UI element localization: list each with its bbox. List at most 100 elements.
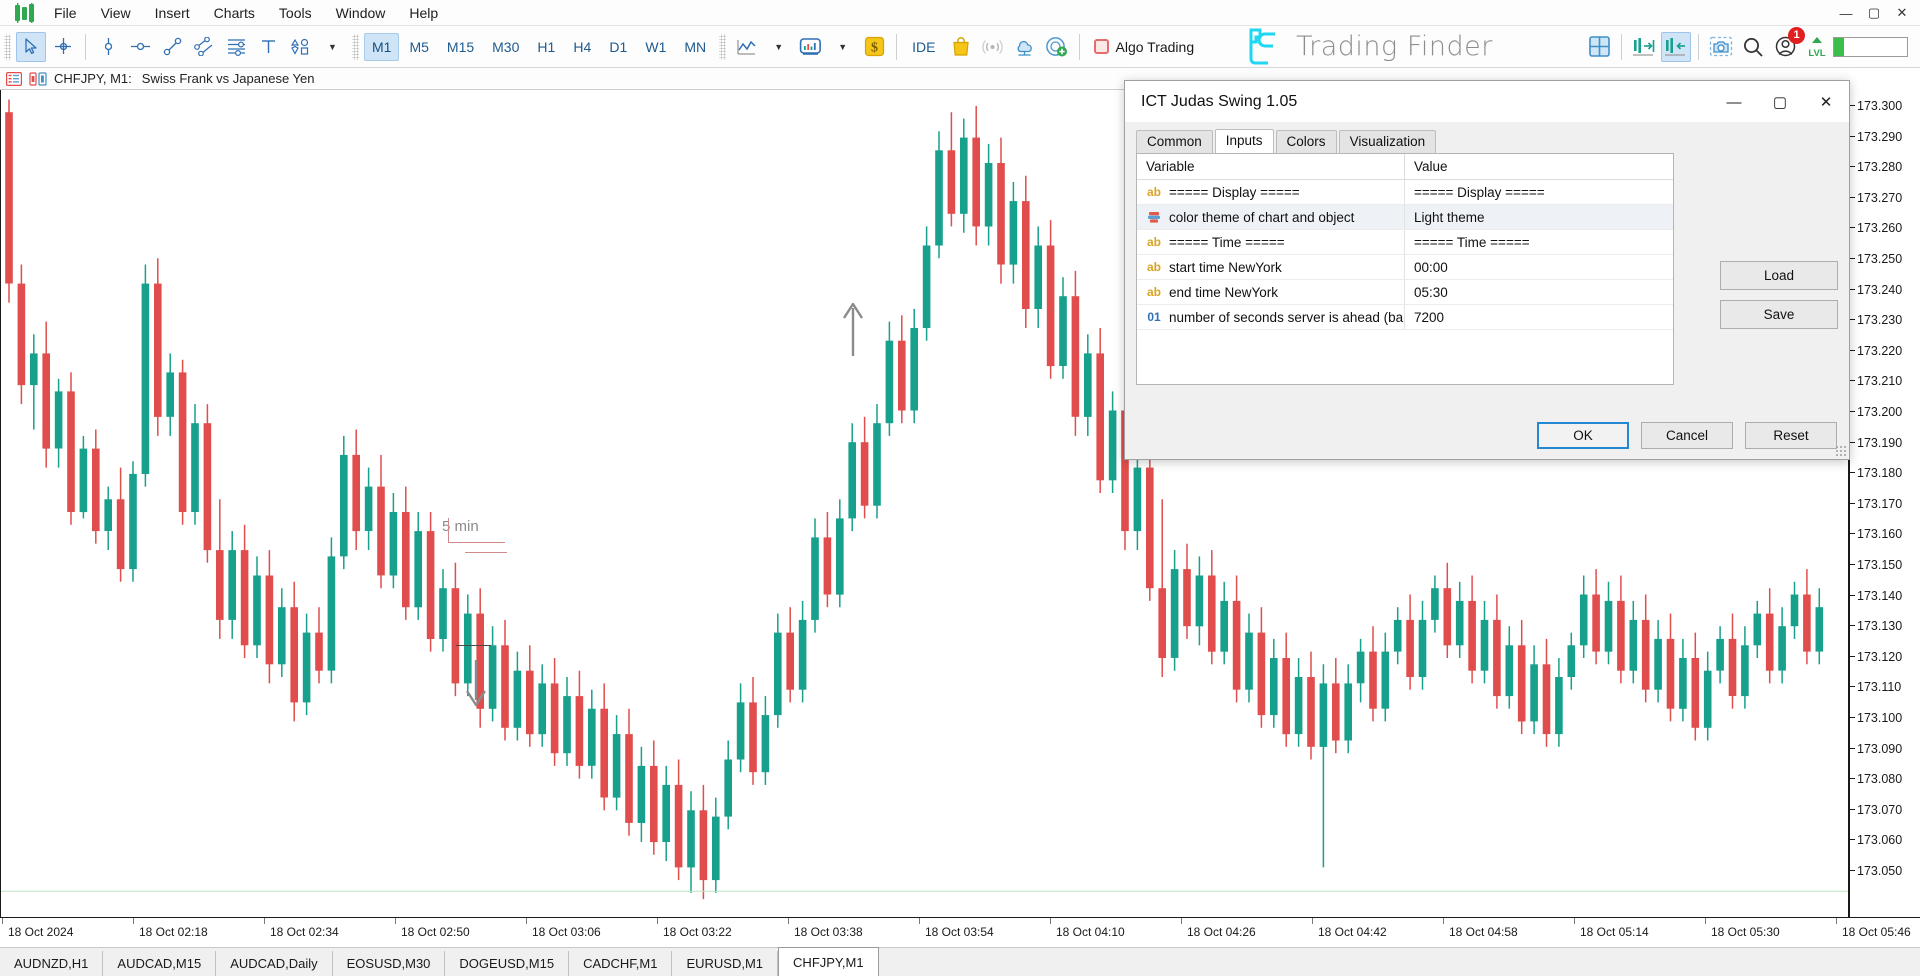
- shapes-dropdown-icon[interactable]: ▼: [317, 32, 347, 62]
- toolbar-grip[interactable]: [4, 34, 11, 60]
- dialog-minimize-icon[interactable]: —: [1711, 81, 1757, 123]
- timeframe-m30[interactable]: M30: [484, 33, 527, 61]
- time-tick: 18 Oct 02:50: [401, 925, 470, 939]
- dialog-resize-grip[interactable]: [1835, 445, 1847, 457]
- time-tick: 18 Oct 2024: [8, 925, 73, 939]
- crosshair-icon[interactable]: [48, 32, 78, 62]
- symbol-tab-audnzd-h1[interactable]: AUDNZD,H1: [0, 951, 103, 976]
- ide-button[interactable]: IDE: [904, 33, 943, 61]
- symbol-tab-audcad-daily[interactable]: AUDCAD,Daily: [216, 951, 332, 976]
- dialog-title-bar[interactable]: ICT Judas Swing 1.05 — ▢ ✕: [1125, 81, 1849, 123]
- menu-charts[interactable]: Charts: [202, 2, 267, 24]
- signals-icon[interactable]: [978, 32, 1008, 62]
- inputs-grid[interactable]: Variable Value ab===== Display =========…: [1136, 153, 1674, 385]
- level-icon[interactable]: LVL: [1802, 32, 1832, 62]
- price-tick: 173.170: [1850, 498, 1902, 511]
- input-value-field[interactable]: 7200: [1405, 310, 1673, 325]
- shift-end-icon[interactable]: [1629, 32, 1659, 62]
- input-row[interactable]: abstart time NewYork00:00: [1137, 255, 1673, 280]
- input-value-field[interactable]: Light theme: [1405, 210, 1673, 225]
- cancel-button[interactable]: Cancel: [1641, 422, 1733, 449]
- price-axis[interactable]: 173.300173.290173.280173.270173.260173.2…: [1849, 90, 1920, 917]
- price-tick: 173.100: [1850, 712, 1902, 725]
- indicators-icon[interactable]: [795, 32, 825, 62]
- maximize-icon[interactable]: ▢: [1860, 2, 1888, 24]
- dialog-maximize-icon[interactable]: ▢: [1757, 81, 1803, 123]
- input-value-field[interactable]: ===== Display =====: [1405, 185, 1673, 200]
- vps-cloud-icon[interactable]: [1010, 32, 1040, 62]
- trendline-icon[interactable]: [157, 32, 187, 62]
- menu-insert[interactable]: Insert: [143, 2, 202, 24]
- text-icon[interactable]: [253, 32, 283, 62]
- input-value-field[interactable]: ===== Time =====: [1405, 235, 1673, 250]
- screenshot-icon[interactable]: [1706, 32, 1736, 62]
- fibonacci-icon[interactable]: [221, 32, 251, 62]
- timeframe-h1[interactable]: H1: [529, 33, 563, 61]
- input-value-field[interactable]: 05:30: [1405, 285, 1673, 300]
- close-icon[interactable]: ✕: [1888, 2, 1916, 24]
- timeframe-m15[interactable]: M15: [439, 33, 482, 61]
- symbol-tab-audcad-m15[interactable]: AUDCAD,M15: [103, 951, 216, 976]
- symbol-tab-eurusd-m1[interactable]: EURUSD,M1: [672, 951, 778, 976]
- time-axis[interactable]: 18 Oct 202418 Oct 02:1818 Oct 02:3418 Oc…: [0, 917, 1920, 947]
- input-row[interactable]: color theme of chart and objectLight the…: [1137, 205, 1673, 230]
- timeframe-h4[interactable]: H4: [565, 33, 599, 61]
- save-button[interactable]: Save: [1720, 300, 1838, 329]
- algo-trading-button[interactable]: Algo Trading: [1086, 32, 1203, 62]
- dialog-close-icon[interactable]: ✕: [1803, 81, 1849, 123]
- horizontal-line-icon[interactable]: [125, 32, 155, 62]
- chart-type-icon[interactable]: [731, 32, 761, 62]
- tab-visualization[interactable]: Visualization: [1339, 130, 1437, 153]
- symbol-tab-cadchf-m1[interactable]: CADCHF,M1: [569, 951, 672, 976]
- timeframe-d1[interactable]: D1: [601, 33, 635, 61]
- search-icon[interactable]: [1738, 32, 1768, 62]
- timeframe-mn[interactable]: MN: [676, 33, 714, 61]
- cursor-icon[interactable]: [16, 32, 46, 62]
- indicator-properties-dialog[interactable]: ICT Judas Swing 1.05 — ▢ ✕ Common Inputs…: [1124, 80, 1850, 460]
- symbol-tab-eosusd-m30[interactable]: EOSUSD,M30: [333, 951, 446, 976]
- menu-view[interactable]: View: [89, 2, 143, 24]
- minimize-icon[interactable]: —: [1832, 2, 1860, 24]
- load-button[interactable]: Load: [1720, 261, 1838, 290]
- add-signal-icon[interactable]: [1042, 32, 1072, 62]
- ok-button[interactable]: OK: [1537, 422, 1629, 449]
- tab-inputs[interactable]: Inputs: [1215, 129, 1274, 153]
- timeframe-m5[interactable]: M5: [401, 33, 436, 61]
- auto-scroll-icon[interactable]: [1661, 32, 1691, 62]
- shapes-icon[interactable]: [285, 32, 315, 62]
- new-order-icon[interactable]: $: [859, 32, 889, 62]
- chart-tools-grip[interactable]: [719, 34, 726, 60]
- timeframe-grip[interactable]: [352, 34, 359, 60]
- timeframe-m1[interactable]: M1: [364, 33, 399, 61]
- time-tick: 18 Oct 03:54: [925, 925, 994, 939]
- timeframe-w1[interactable]: W1: [637, 33, 674, 61]
- input-row[interactable]: ab===== Time ========== Time =====: [1137, 230, 1673, 255]
- input-row[interactable]: abend time NewYork05:30: [1137, 280, 1673, 305]
- symbol-tab-dogeusd-m15[interactable]: DOGEUSD,M15: [445, 951, 569, 976]
- time-tick: 18 Oct 04:10: [1056, 925, 1125, 939]
- market-bag-icon[interactable]: [946, 32, 976, 62]
- dialog-window-controls: — ▢ ✕: [1711, 81, 1849, 123]
- input-value-field[interactable]: 00:00: [1405, 260, 1673, 275]
- tab-common[interactable]: Common: [1136, 130, 1213, 153]
- channel-icon[interactable]: [189, 32, 219, 62]
- menu-window[interactable]: Window: [324, 2, 398, 24]
- vertical-line-icon[interactable]: [93, 32, 123, 62]
- toolbar-separator-3: [1079, 34, 1080, 60]
- chart-type-dropdown-icon[interactable]: ▼: [763, 32, 793, 62]
- price-tick: 173.300: [1850, 100, 1902, 113]
- tile-windows-icon[interactable]: [1584, 32, 1614, 62]
- menu-help[interactable]: Help: [397, 2, 450, 24]
- symbol-tab-chfjpy-m1[interactable]: CHFJPY,M1: [778, 947, 879, 976]
- time-tick: 18 Oct 03:38: [794, 925, 863, 939]
- menu-tools[interactable]: Tools: [267, 2, 324, 24]
- tab-colors[interactable]: Colors: [1276, 130, 1337, 153]
- reset-button[interactable]: Reset: [1745, 422, 1837, 449]
- input-row[interactable]: ab===== Display ========== Display =====: [1137, 180, 1673, 205]
- price-tick: 173.160: [1850, 528, 1902, 541]
- profile-icon[interactable]: 1: [1770, 32, 1800, 62]
- input-row[interactable]: 01number of seconds server is ahead (ba.…: [1137, 305, 1673, 330]
- indicators-dropdown-icon[interactable]: ▼: [827, 32, 857, 62]
- menu-file[interactable]: File: [42, 2, 89, 24]
- price-tick: 173.180: [1850, 467, 1902, 480]
